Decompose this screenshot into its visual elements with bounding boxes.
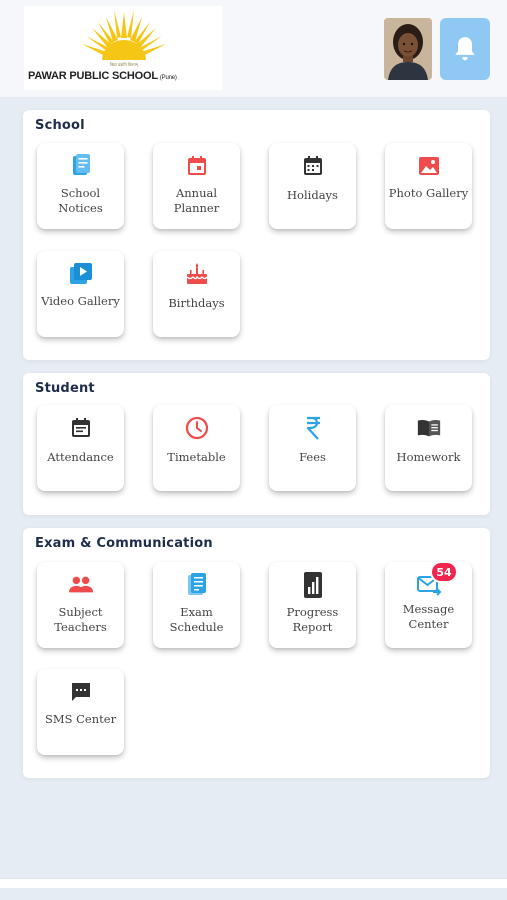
report-icon [300,572,326,598]
tile-annual-planner[interactable]: Annual Planner [153,143,240,229]
tile-subject-teachers[interactable]: Subject Teachers [37,562,124,648]
rupee-icon [300,415,326,441]
app-header: विद्या ददाति विनयम् PAWAR PUBLIC SCHOOL(… [0,0,507,98]
attendance-icon [68,415,94,441]
tile-label: Fees [299,450,326,464]
tile-label: School Notices [58,186,103,215]
tile-video-gallery[interactable]: Video Gallery [37,251,124,337]
school-logo: विद्या ददाति विनयम् PAWAR PUBLIC SCHOOL(… [24,6,222,90]
tile-attendance[interactable]: Attendance [37,405,124,491]
tile-fees[interactable]: Fees [269,405,356,491]
user-avatar[interactable] [384,18,432,80]
message-count-badge: 54 [430,561,458,583]
section-title: Exam & Communication [35,536,213,551]
tile-homework[interactable]: Homework [385,405,472,491]
notices-icon [68,153,94,179]
book-icon [416,415,442,441]
tile-label: Subject Teachers [54,605,107,634]
bottom-bar [0,878,507,888]
section-title: Student [35,381,95,396]
tile-label: Attendance [47,450,114,464]
school-name-suffix: (Pune) [159,75,177,81]
tile-holidays[interactable]: Holidays [269,143,356,229]
people-icon [68,572,94,598]
tile-label: Birthdays [168,296,225,310]
notifications-button[interactable] [440,18,490,80]
school-name-text: PAWAR PUBLIC SCHOOL [28,70,158,82]
tile-label: Progress Report [286,605,339,634]
photo-icon [416,153,442,179]
tile-label: Message Center [402,602,455,631]
clock-icon [184,415,210,441]
school-name: PAWAR PUBLIC SCHOOL (Pune) [28,70,218,82]
tile-label: Homework [396,450,461,464]
tile-label: Photo Gallery [388,186,469,200]
avatar-portrait-icon [384,18,432,80]
tile-timetable[interactable]: Timetable [153,405,240,491]
tile-label: Exam Schedule [169,605,224,634]
sms-icon [68,679,94,705]
sun-logo-icon [82,10,166,60]
calendar-icon [184,153,210,179]
tile-school-notices[interactable]: School Notices [37,143,124,229]
tile-progress-report[interactable]: Progress Report [269,562,356,648]
schedule-icon [184,572,210,598]
calendar-grid-icon [300,153,326,179]
bell-icon [455,37,475,61]
tile-label: Holidays [287,188,338,202]
section-title: School [35,118,85,133]
tile-label: Timetable [167,450,226,464]
video-icon [68,261,94,287]
tile-sms-center[interactable]: SMS Center [37,669,124,755]
tile-label: SMS Center [44,712,117,726]
tile-label: Video Gallery [41,294,120,308]
tile-exam-schedule[interactable]: Exam Schedule [153,562,240,648]
tile-message-center[interactable]: Message Center [385,562,472,648]
tile-birthdays[interactable]: Birthdays [153,251,240,337]
cake-icon [184,261,210,287]
logo-tagline: विद्या ददाति विनयम् [109,62,139,67]
tile-label: Annual Planner [173,186,220,215]
tile-photo-gallery[interactable]: Photo Gallery [385,143,472,229]
